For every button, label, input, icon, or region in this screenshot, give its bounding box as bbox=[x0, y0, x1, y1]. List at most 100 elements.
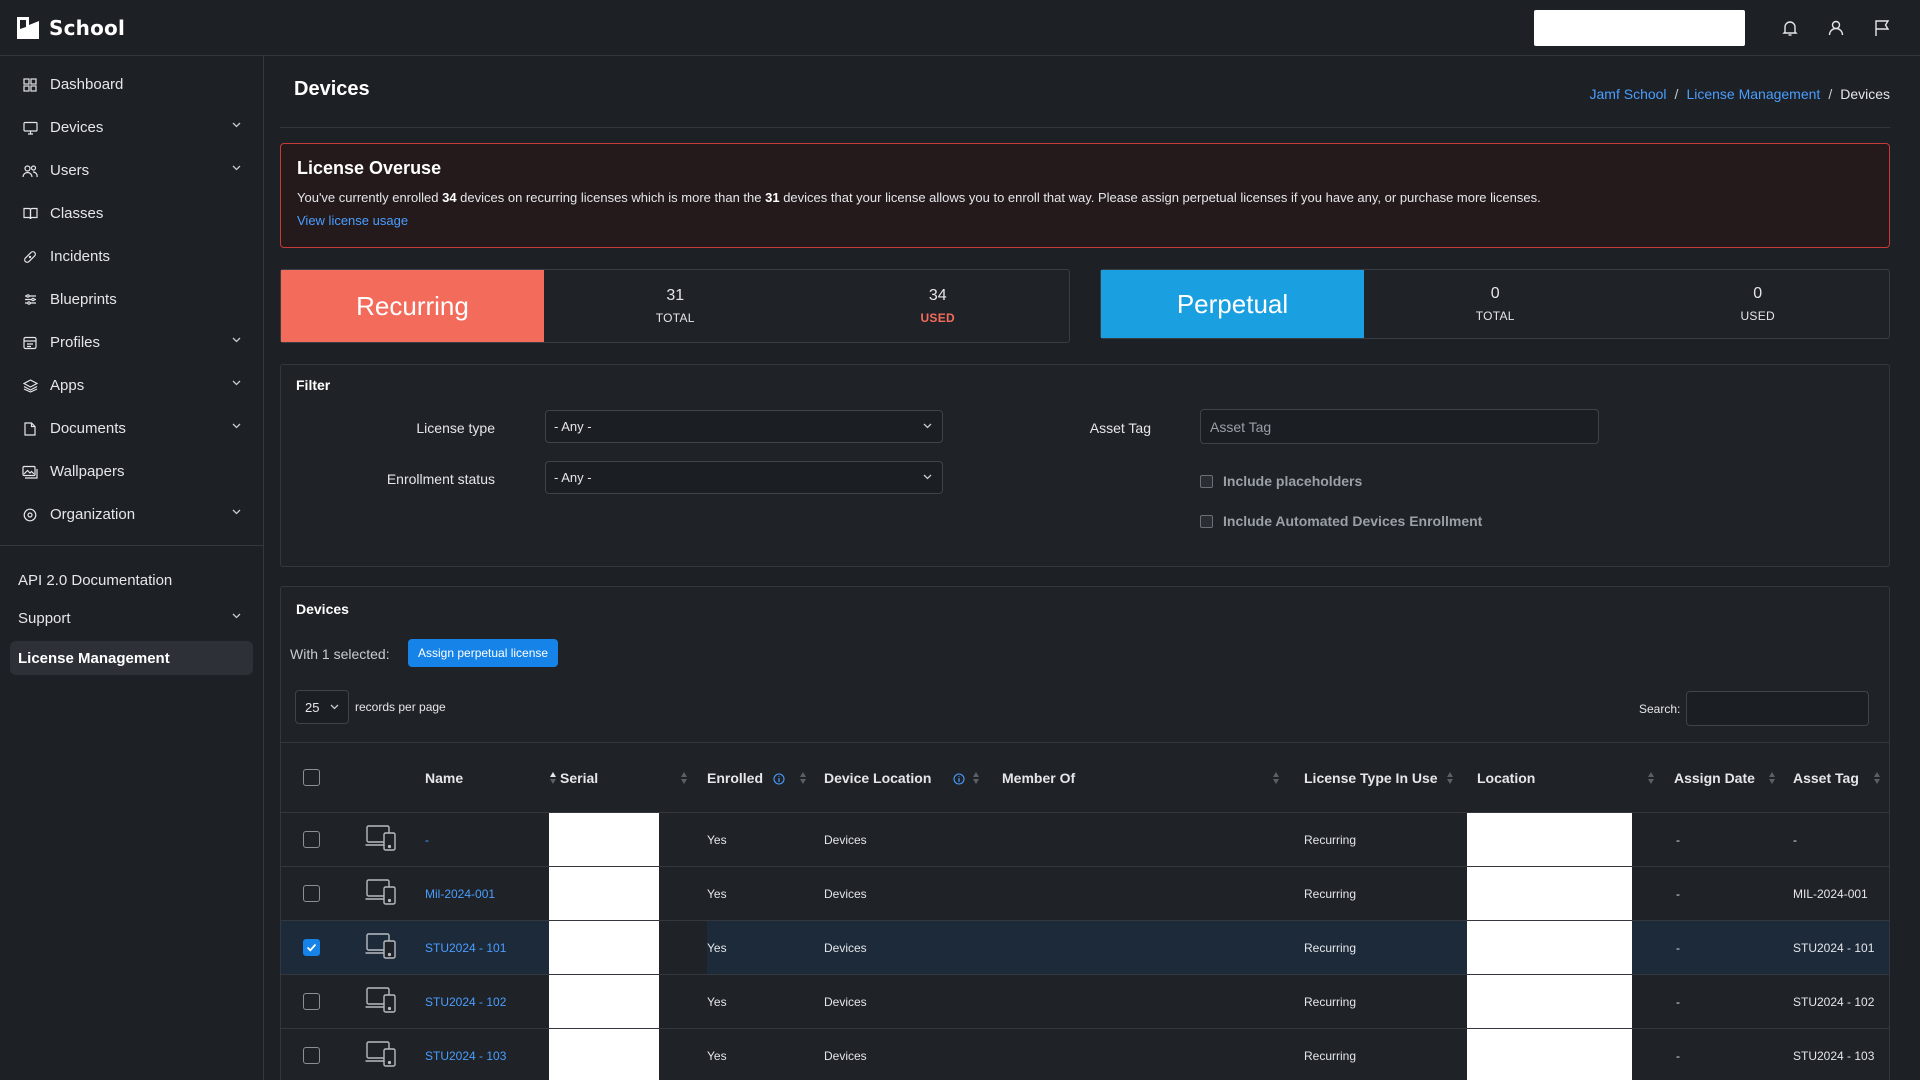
column-header-location[interactable]: Location bbox=[1477, 742, 1674, 813]
sidebar-item-devices[interactable]: Devices bbox=[0, 106, 263, 149]
member-of-cell bbox=[1002, 1028, 1304, 1080]
sidebar-item-documents[interactable]: Documents bbox=[0, 407, 263, 450]
table-search-input[interactable] bbox=[1686, 691, 1869, 726]
filter-panel: Filter License type - Any - Enrollment s… bbox=[280, 364, 1890, 567]
enrolled-cell: Yes bbox=[707, 1028, 824, 1080]
column-header-license-type[interactable]: License Type In Use bbox=[1304, 742, 1477, 813]
column-header-asset-tag[interactable]: Asset Tag bbox=[1793, 742, 1889, 813]
checkbox-box[interactable] bbox=[1200, 474, 1213, 488]
device-name-link[interactable]: STU2024 - 103 bbox=[425, 1049, 506, 1063]
enrollment-status-value: - Any - bbox=[554, 470, 592, 485]
license-type-select[interactable]: - Any - bbox=[545, 410, 943, 443]
sidebar-item-profiles[interactable]: Profiles bbox=[0, 321, 263, 364]
include-ade-checkbox[interactable]: Include Automated Devices Enrollment bbox=[1200, 513, 1482, 529]
row-checkbox[interactable] bbox=[303, 831, 320, 848]
search-label: Search: bbox=[1639, 702, 1681, 716]
sidebar-item-organization[interactable]: Organization bbox=[0, 493, 263, 536]
license-type-cell: Recurring bbox=[1304, 920, 1477, 975]
sort-icon bbox=[1273, 772, 1279, 784]
row-checkbox[interactable] bbox=[303, 885, 320, 902]
alert-message: You've currently enrolled 34 devices on … bbox=[297, 190, 1541, 205]
column-header-member-of[interactable]: Member Of bbox=[1002, 742, 1304, 813]
license-type-cell: Recurring bbox=[1304, 812, 1477, 867]
sidebar-item-dashboard[interactable]: Dashboard bbox=[0, 63, 263, 106]
row-checkbox[interactable] bbox=[303, 993, 320, 1010]
layers-icon bbox=[22, 378, 38, 394]
sidebar: Dashboard Devices Users Classes Incidents Blu… bbox=[0, 56, 264, 1080]
table-row[interactable]: STU2024 - 102 Yes Devices Recurring - STU2024… bbox=[281, 974, 1889, 1029]
table-row[interactable]: - Yes Devices Recurring - - bbox=[281, 812, 1889, 867]
serial-cell-redacted bbox=[549, 920, 707, 975]
organization-icon bbox=[22, 507, 38, 523]
sort-icon bbox=[681, 772, 687, 784]
select-all-checkbox[interactable] bbox=[303, 769, 320, 787]
bell-icon[interactable] bbox=[1778, 16, 1802, 40]
device-icon-cell bbox=[365, 866, 425, 921]
api-docs-link[interactable]: API 2.0 Documentation bbox=[0, 561, 263, 599]
assign-date-cell: - bbox=[1674, 974, 1793, 1029]
asset-tag-cell: MIL-2024-001 bbox=[1793, 866, 1889, 921]
device-name-link[interactable]: STU2024 - 102 bbox=[425, 995, 506, 1009]
chevron-down-icon bbox=[232, 165, 241, 171]
assign-date-cell: - bbox=[1674, 812, 1793, 867]
sidebar-item-label: Documents bbox=[50, 420, 126, 437]
row-checkbox[interactable] bbox=[303, 1047, 320, 1064]
license-overuse-alert: License Overuse You've currently enrolle… bbox=[280, 143, 1890, 248]
enrolled-cell: Yes bbox=[707, 920, 824, 975]
include-placeholders-checkbox[interactable]: Include placeholders bbox=[1200, 473, 1362, 489]
document-icon bbox=[22, 421, 38, 437]
license-type-value: - Any - bbox=[554, 419, 592, 434]
sidebar-item-label: Blueprints bbox=[50, 291, 117, 308]
location-cell-redacted bbox=[1467, 920, 1674, 975]
device-name-link[interactable]: STU2024 - 101 bbox=[425, 941, 506, 955]
table-row[interactable]: STU2024 - 103 Yes Devices Recurring - STU2024… bbox=[281, 1028, 1889, 1080]
column-header-device-location[interactable]: Device Location bbox=[824, 742, 1002, 813]
support-label: Support bbox=[18, 609, 71, 627]
app-logo[interactable]: School bbox=[15, 15, 125, 41]
info-icon[interactable] bbox=[953, 773, 965, 785]
table-row[interactable]: Mil-2024-001 Yes Devices Recurring - MIL-2024… bbox=[281, 866, 1889, 921]
enrollment-status-select[interactable]: - Any - bbox=[545, 461, 943, 494]
sidebar-item-label: Devices bbox=[50, 119, 104, 136]
row-checkbox[interactable] bbox=[303, 939, 320, 956]
view-license-usage-link[interactable]: View license usage bbox=[297, 213, 408, 228]
main-content: Devices Jamf School / License Management / D… bbox=[280, 56, 1890, 1080]
column-header-enrolled[interactable]: Enrolled bbox=[707, 742, 824, 813]
records-per-page-select[interactable]: 25 bbox=[295, 690, 349, 724]
assign-perpetual-license-button[interactable]: Assign perpetual license bbox=[408, 639, 559, 667]
column-header-assign-date[interactable]: Assign Date bbox=[1674, 742, 1793, 813]
row-select-cell bbox=[281, 866, 365, 921]
sidebar-item-blueprints[interactable]: Blueprints bbox=[0, 278, 263, 321]
device-location-cell: Devices bbox=[824, 812, 1002, 867]
device-location-cell: Devices bbox=[824, 866, 1002, 921]
check-icon bbox=[306, 943, 317, 952]
user-icon[interactable] bbox=[1824, 16, 1848, 40]
dashboard-icon bbox=[22, 77, 38, 93]
column-header-name[interactable]: Name bbox=[425, 742, 560, 813]
sidebar-item-classes[interactable]: Classes bbox=[0, 192, 263, 235]
checkbox-box[interactable] bbox=[1200, 514, 1213, 528]
recurring-total: 31 TOTAL bbox=[655, 287, 695, 325]
info-icon[interactable] bbox=[773, 773, 785, 785]
device-name-link[interactable]: - bbox=[425, 833, 429, 847]
breadcrumb-jamf-school[interactable]: Jamf School bbox=[1590, 86, 1667, 102]
table-row[interactable]: STU2024 - 101 Yes Devices Recurring - STU2024… bbox=[281, 920, 1889, 975]
support-link[interactable]: Support bbox=[0, 599, 263, 637]
device-name-cell: - bbox=[425, 812, 560, 867]
sidebar-item-label: Users bbox=[50, 162, 90, 179]
sidebar-item-wallpapers[interactable]: Wallpapers bbox=[0, 450, 263, 493]
icon-column-header bbox=[365, 742, 425, 813]
device-name-link[interactable]: Mil-2024-001 bbox=[425, 887, 495, 901]
flag-icon[interactable] bbox=[1870, 16, 1894, 40]
sidebar-item-apps[interactable]: Apps bbox=[0, 364, 263, 407]
sidebar-item-license-management[interactable]: License Management bbox=[10, 641, 253, 675]
perpetual-license-card: Perpetual 0 TOTAL 0 USED bbox=[1100, 269, 1890, 339]
global-search-input[interactable] bbox=[1534, 10, 1745, 46]
asset-tag-input[interactable] bbox=[1200, 409, 1599, 444]
breadcrumb-license-management[interactable]: License Management bbox=[1686, 86, 1820, 102]
sidebar-item-incidents[interactable]: Incidents bbox=[0, 235, 263, 278]
sidebar-item-users[interactable]: Users bbox=[0, 149, 263, 192]
row-select-cell bbox=[281, 1028, 365, 1080]
column-header-serial[interactable]: Serial bbox=[560, 742, 707, 813]
include-placeholders-label: Include placeholders bbox=[1223, 473, 1363, 489]
